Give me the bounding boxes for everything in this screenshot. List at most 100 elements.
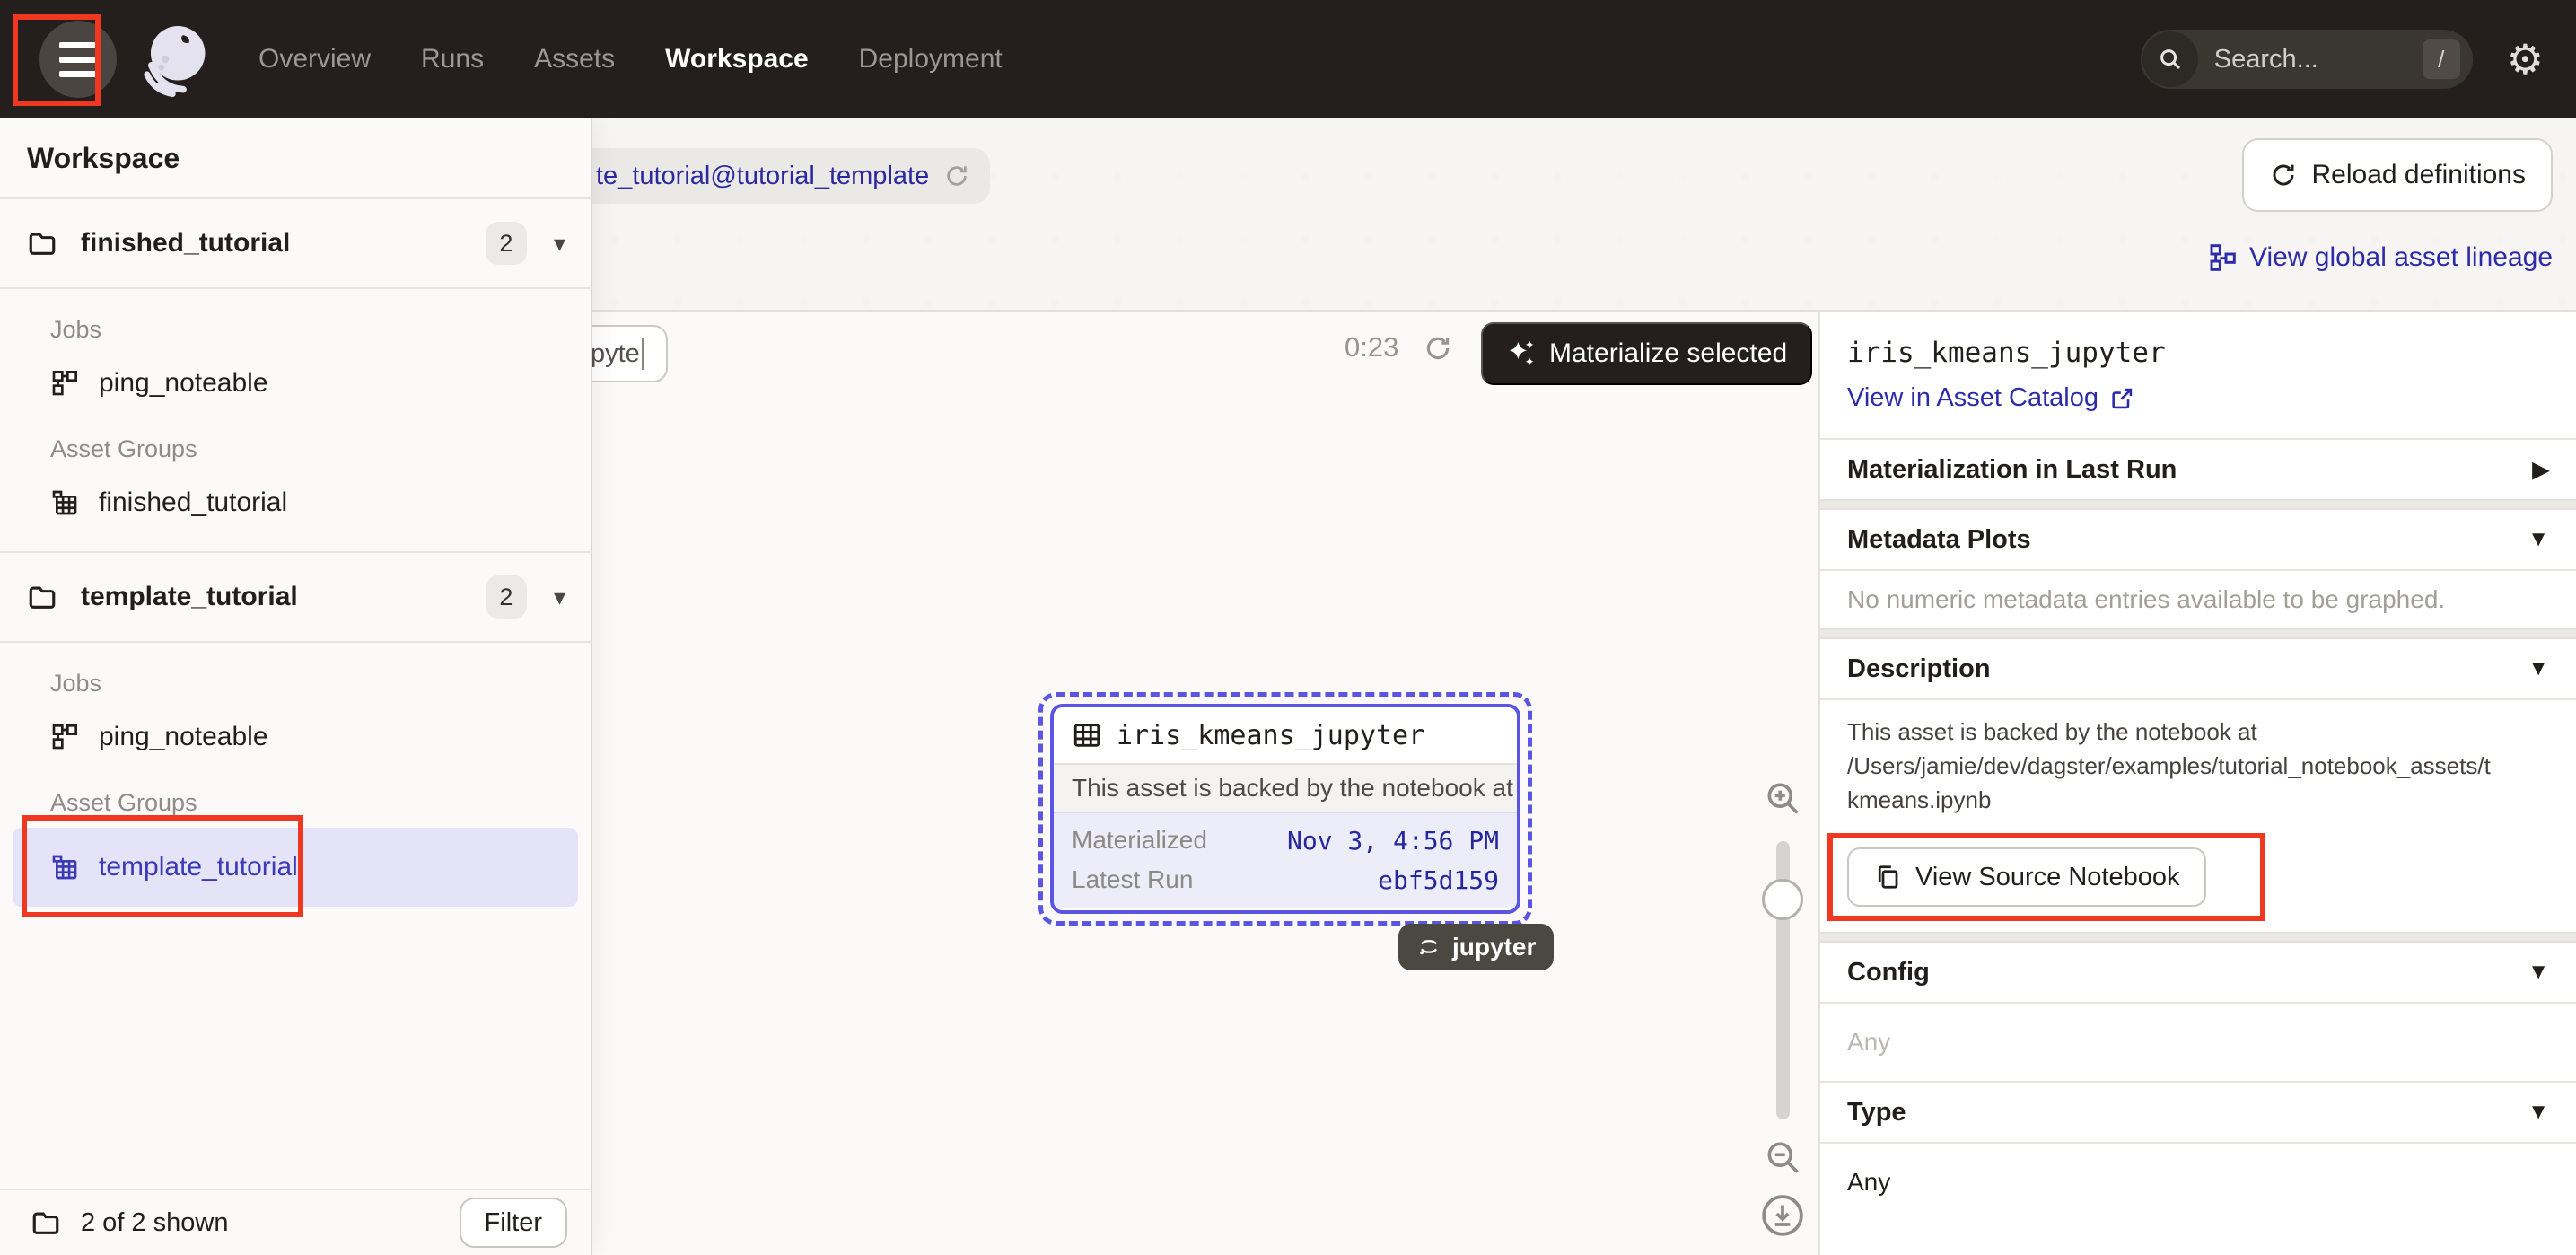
refresh-icon[interactable] (943, 162, 970, 189)
lineage-icon (2208, 243, 2237, 272)
stat-value[interactable]: Nov 3, 4:56 PM (1287, 826, 1499, 856)
refresh-icon (2269, 161, 2298, 189)
section-metadata-plots[interactable]: Metadata Plots ▼ (1820, 510, 2576, 569)
asset-group-icon (50, 853, 79, 882)
copy-icon (1874, 864, 1901, 891)
section-label: Metadata Plots (1847, 525, 2031, 555)
top-navbar: Overview Runs Assets Workspace Deploymen… (0, 0, 2576, 118)
view-source-notebook-wrap: View Source Notebook (1847, 847, 2206, 907)
repo-name: template_tutorial (81, 582, 486, 612)
jobs-section-label: Jobs (50, 316, 591, 344)
section-config[interactable]: Config ▼ (1820, 943, 2576, 1002)
sidebar-item-job-ping-noteable[interactable]: ping_noteable (13, 358, 578, 408)
section-label: Config (1847, 958, 1930, 987)
asset-groups-section-label: Asset Groups (50, 435, 591, 463)
dagster-logo (136, 22, 212, 97)
compute-kind-tag-jupyter[interactable]: jupyter (1398, 924, 1554, 970)
asset-node-description: This asset is backed by the notebook at … (1054, 763, 1517, 812)
job-icon (50, 369, 79, 398)
materialize-selected-label: Materialize selected (1549, 338, 1787, 369)
nav-item-overview[interactable]: Overview (258, 44, 371, 75)
repo-row-finished-tutorial[interactable]: finished_tutorial 2 ▾ (0, 199, 591, 289)
catalog-link-label: View in Asset Catalog (1847, 383, 2098, 413)
section-description[interactable]: Description ▼ (1820, 639, 2576, 698)
asset-node-selection-outline[interactable]: iris_kmeans_jupyter This asset is backed… (1038, 692, 1532, 926)
folder-icon (27, 228, 57, 259)
group-name: template_tutorial (99, 852, 298, 882)
sparkle-icon (1506, 338, 1537, 369)
section-label: Type (1847, 1098, 1906, 1128)
refresh-icon[interactable] (1423, 333, 1453, 364)
code-location-label: te_tutorial@tutorial_template (596, 162, 929, 191)
search-icon (2142, 31, 2198, 87)
jobs-section-label: Jobs (50, 670, 591, 698)
search-input[interactable]: Search... / (2141, 30, 2473, 89)
nav-item-runs[interactable]: Runs (421, 44, 484, 75)
table-icon (1072, 720, 1102, 750)
stat-label: Latest Run (1072, 865, 1193, 894)
code-location-tag[interactable]: te_tutorial@tutorial_template (585, 148, 990, 204)
search-placeholder: Search... (2214, 45, 2423, 75)
hamburger-menu-button[interactable] (39, 21, 117, 98)
nav-item-deployment[interactable]: Deployment (859, 44, 1003, 75)
panel-asset-title: iris_kmeans_jupyter (1847, 337, 2549, 369)
nav-item-assets[interactable]: Assets (534, 44, 615, 75)
text-cursor (642, 338, 644, 370)
view-global-asset-lineage-link[interactable]: View global asset lineage (2208, 242, 2553, 273)
caret-down-icon: ▼ (2528, 1100, 2549, 1125)
config-value: Any (1820, 1004, 2576, 1081)
jupyter-icon (1416, 935, 1441, 960)
repo-shown-count: 2 of 2 shown (81, 1208, 460, 1238)
caret-down-icon[interactable]: ▾ (554, 230, 565, 258)
caret-right-icon: ▶ (2533, 457, 2549, 483)
view-source-notebook-label: View Source Notebook (1915, 863, 2179, 892)
zoom-in-icon[interactable] (1763, 778, 1802, 818)
section-label: Materialization in Last Run (1847, 455, 2177, 485)
repo-row-template-tutorial[interactable]: template_tutorial 2 ▾ (0, 553, 591, 643)
workspace-sidebar: Workspace finished_tutorial 2 ▾ Jobs pin… (0, 118, 592, 1255)
metadata-empty-message: No numeric metadata entries available to… (1820, 571, 2576, 628)
group-name: finished_tutorial (99, 487, 287, 518)
asset-description-text: This asset is backed by the notebook at … (1820, 700, 2576, 824)
folder-icon (27, 582, 57, 612)
gear-icon[interactable]: ⚙ (2507, 39, 2544, 80)
section-materialization-in-last-run[interactable]: Materialization in Last Run ▶ (1820, 440, 2576, 499)
repo-name: finished_tutorial (81, 228, 486, 259)
zoom-out-icon[interactable] (1763, 1137, 1802, 1177)
caret-down-icon: ▼ (2528, 656, 2549, 681)
sidebar-item-job-ping-noteable[interactable]: ping_noteable (13, 712, 578, 762)
zoom-slider-handle[interactable] (1762, 879, 1803, 920)
caret-down-icon[interactable]: ▾ (554, 584, 565, 611)
stat-row-latest-run: Latest Run ebf5d159 (1072, 860, 1499, 900)
folder-icon (31, 1207, 61, 1238)
nav-item-workspace[interactable]: Workspace (665, 44, 809, 75)
primary-nav: Overview Runs Assets Workspace Deploymen… (258, 44, 1003, 75)
sidebar-item-group-template-tutorial[interactable]: template_tutorial (13, 828, 578, 907)
asset-detail-panel: iris_kmeans_jupyter View in Asset Catalo… (1818, 310, 2576, 1255)
view-in-asset-catalog-link[interactable]: View in Asset Catalog (1847, 383, 2134, 413)
section-label: Description (1847, 654, 1991, 684)
type-value: Any (1820, 1144, 2576, 1221)
job-name: ping_noteable (99, 722, 268, 752)
refresh-timer: 0:23 (1345, 331, 1398, 364)
asset-node-iris-kmeans-jupyter[interactable]: iris_kmeans_jupyter This asset is backed… (1050, 704, 1520, 914)
reload-definitions-button[interactable]: Reload definitions (2242, 138, 2554, 212)
asset-group-icon (50, 488, 79, 517)
caret-down-icon: ▼ (2528, 527, 2549, 552)
repo-count-badge: 2 (486, 575, 527, 619)
stat-row-materialized: Materialized Nov 3, 4:56 PM (1072, 821, 1499, 860)
hamburger-icon (59, 42, 97, 48)
job-name: ping_noteable (99, 368, 268, 399)
job-icon (50, 723, 79, 751)
graph-zoom-controls (1747, 778, 1818, 1238)
sidebar-item-group-finished-tutorial[interactable]: finished_tutorial (13, 478, 578, 528)
stat-label: Materialized (1072, 826, 1207, 855)
view-source-notebook-button[interactable]: View Source Notebook (1847, 847, 2206, 907)
stat-value[interactable]: ebf5d159 (1378, 865, 1499, 895)
sidebar-title: Workspace (0, 118, 591, 199)
download-icon[interactable] (1760, 1193, 1805, 1238)
section-type[interactable]: Type ▼ (1820, 1083, 2576, 1142)
materialize-selected-button[interactable]: Materialize selected (1481, 322, 1812, 385)
zoom-slider[interactable] (1776, 841, 1790, 1119)
filter-button[interactable]: Filter (460, 1198, 567, 1248)
